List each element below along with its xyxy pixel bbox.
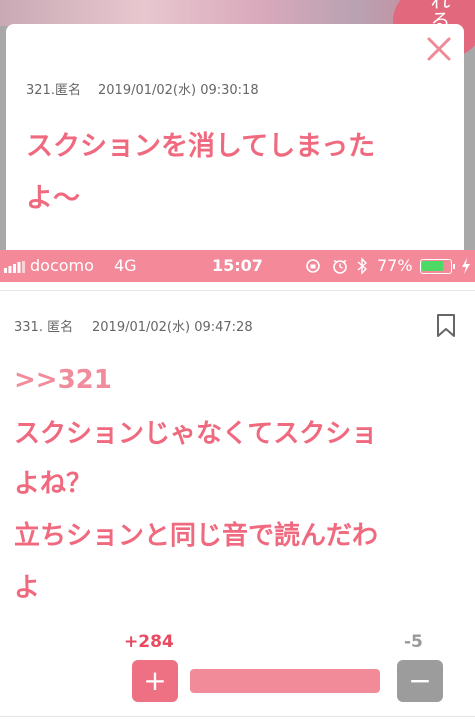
minus-vote-count: -5 xyxy=(404,632,423,652)
post-number: 331. 匿名 xyxy=(14,320,74,335)
post-timestamp: 2019/01/02(水) 09:47:28 xyxy=(92,320,253,335)
plus-vote-count: +284 xyxy=(124,632,174,652)
post-text-line: よ xyxy=(14,573,41,603)
alarm-icon xyxy=(333,259,347,274)
vote-ratio-bar xyxy=(190,669,380,693)
status-bar: docomo 4G 15:07 77% xyxy=(0,250,475,282)
charging-icon xyxy=(462,258,470,274)
plus-vote-button[interactable]: + xyxy=(132,660,178,702)
post-text-line: スクションを消してしまった xyxy=(26,131,376,162)
battery-tip xyxy=(453,264,455,269)
divider xyxy=(0,290,475,291)
post-text-line: よね？ xyxy=(14,469,93,499)
post-modal: 321.匿名 2019/01/02(水) 09:30:18 スクションを消してし… xyxy=(6,24,464,250)
network-type: 4G xyxy=(114,256,137,275)
battery-percent: 77% xyxy=(377,256,413,275)
reply-anchor-link[interactable]: >>321 xyxy=(14,365,112,395)
close-icon[interactable] xyxy=(426,36,452,62)
post-text-line: スクションじゃなくてスクショ xyxy=(14,419,378,449)
carrier-name: docomo xyxy=(30,256,94,275)
bookmark-icon[interactable] xyxy=(436,314,456,338)
top-screenshot: れる 321.匿名 2019/01/02(水) 09:30:18 スクションを消… xyxy=(0,0,475,250)
post-text-line: 立ちションと同じ音で読んだわ xyxy=(14,521,379,551)
battery-fill xyxy=(422,261,443,271)
clock-time: 15:07 xyxy=(212,256,263,275)
bluetooth-icon xyxy=(357,257,368,275)
post-number: 321.匿名 xyxy=(26,83,81,98)
post-text-line: よ〜 xyxy=(26,183,80,214)
minus-vote-button[interactable]: − xyxy=(397,660,443,702)
divider xyxy=(0,716,475,717)
post-timestamp: 2019/01/02(水) 09:30:18 xyxy=(98,83,259,98)
battery-icon xyxy=(420,259,452,274)
signal-icon xyxy=(4,261,25,273)
rotation-lock-icon xyxy=(306,259,320,273)
